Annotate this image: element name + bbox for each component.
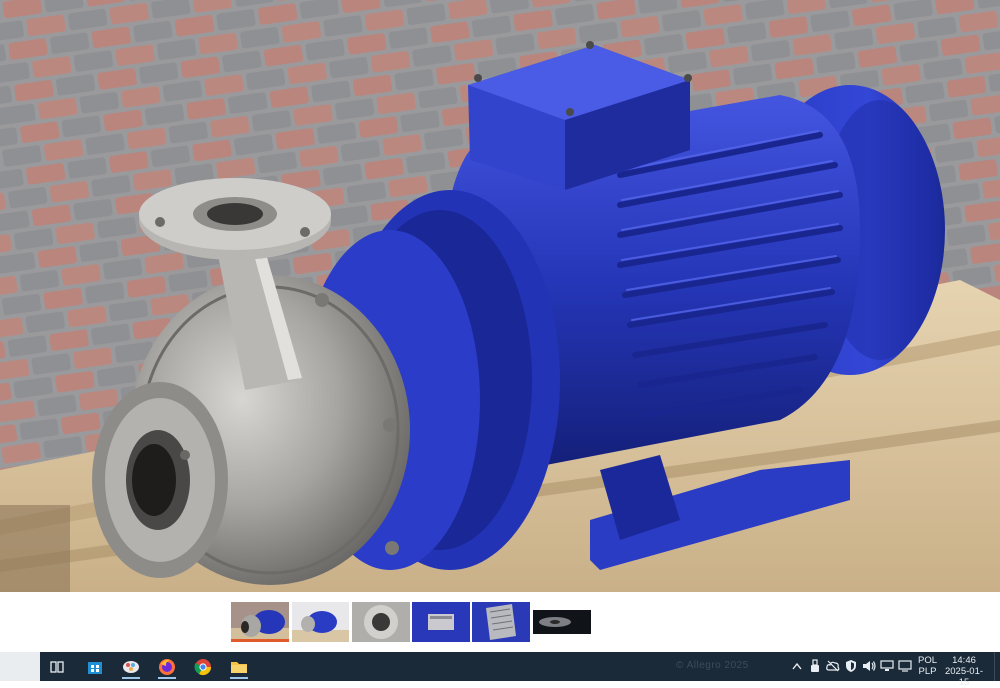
thumbnail-4[interactable] xyxy=(412,602,470,642)
thumbnail-5[interactable] xyxy=(472,602,530,642)
usb-icon[interactable] xyxy=(808,658,822,674)
thumbnail-6[interactable] xyxy=(533,610,591,634)
color-app-icon[interactable] xyxy=(116,654,146,679)
volume-icon[interactable] xyxy=(862,658,876,674)
taskbar: © Allegro 2025 POL PLP 14:46 2025-01-15 xyxy=(0,652,1000,688)
thumbnail-3[interactable] xyxy=(352,602,410,642)
thumbnail-2[interactable] xyxy=(292,602,349,642)
language-indicator[interactable]: POL PLP xyxy=(918,655,937,677)
security-icon[interactable] xyxy=(844,658,858,674)
pump-photo-illustration xyxy=(0,0,1000,592)
file-explorer-icon[interactable] xyxy=(224,654,254,679)
keyboard-layout: PLP xyxy=(918,666,937,677)
clock-time: 14:46 xyxy=(952,655,976,666)
start-area[interactable] xyxy=(0,652,40,681)
taskbar-watermark: © Allegro 2025 xyxy=(676,660,749,671)
clock-date: 2025-01-15 xyxy=(944,666,984,688)
cloud-icon[interactable] xyxy=(826,658,840,674)
show-desktop-button[interactable] xyxy=(994,652,1000,681)
task-view-icon[interactable] xyxy=(42,654,72,679)
network-icon[interactable] xyxy=(880,658,894,674)
product-photo[interactable] xyxy=(0,0,1000,592)
language-code: POL xyxy=(918,655,938,666)
display-icon[interactable] xyxy=(898,658,912,674)
firefox-icon[interactable] xyxy=(152,654,182,679)
chrome-icon[interactable] xyxy=(188,654,218,679)
store-icon[interactable] xyxy=(80,654,110,679)
thumbnail-1[interactable] xyxy=(231,602,289,642)
clock[interactable]: 14:46 2025-01-15 xyxy=(942,655,986,688)
chevron-up-icon[interactable] xyxy=(790,658,804,674)
thumbnail-strip xyxy=(0,592,1000,652)
